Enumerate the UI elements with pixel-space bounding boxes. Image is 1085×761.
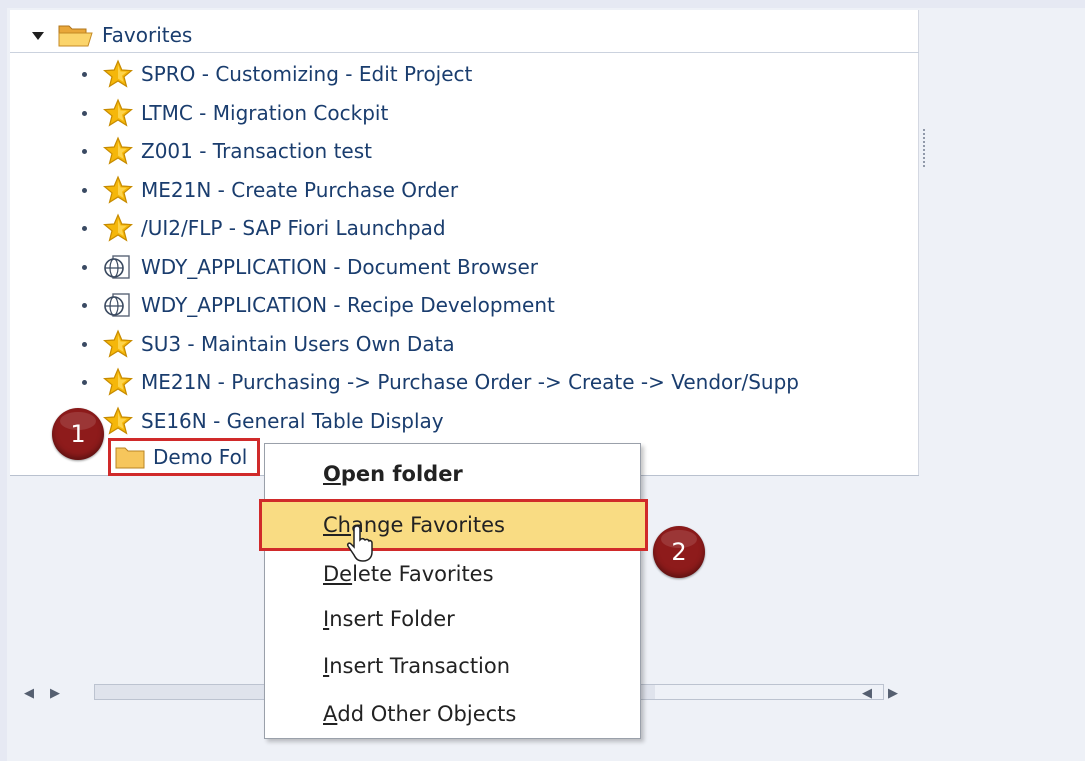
- tree-item[interactable]: SE16N - General Table Display: [82, 404, 444, 438]
- star-icon: [103, 136, 133, 165]
- step-1-badge: 1: [52, 408, 104, 460]
- demo-folder-label: Demo Fol: [153, 445, 248, 469]
- scroll-left-end-icon[interactable]: ◀: [858, 682, 876, 704]
- menu-item-delete-favorites[interactable]: De lete Favorites: [265, 550, 640, 598]
- tree-item-label: ME21N - Purchasing -> Purchase Order -> …: [141, 370, 799, 394]
- menu-item-insert-transaction[interactable]: Insert Transaction: [265, 642, 640, 690]
- tree-item[interactable]: WDY_APPLICATION - Recipe Development: [82, 288, 555, 322]
- web-application-icon: [104, 293, 130, 317]
- tree-item-label: SU3 - Maintain Users Own Data: [141, 332, 455, 356]
- tree-item-label: SE16N - General Table Display: [141, 409, 444, 433]
- menu-item-add-other-objects[interactable]: Add Other Objects: [265, 690, 640, 738]
- bullet-icon: [82, 302, 87, 308]
- tree-item-label: /UI2/FLP - SAP Fiori Launchpad: [141, 216, 446, 240]
- favorites-root-node[interactable]: Favorites: [30, 20, 192, 50]
- tree-item[interactable]: WDY_APPLICATION - Document Browser: [82, 250, 538, 284]
- tree-item-label: SPRO - Customizing - Edit Project: [141, 62, 473, 86]
- tree-item-label: Z001 - Transaction test: [141, 139, 372, 163]
- step-2-badge: 2: [653, 526, 705, 578]
- star-icon: [103, 367, 133, 396]
- star-icon: [103, 59, 133, 88]
- bullet-icon: [82, 264, 87, 270]
- star-icon: [103, 175, 133, 204]
- menu-item-change-favorites[interactable]: Ch ange Favorites: [259, 499, 648, 551]
- splitter-grip[interactable]: [922, 128, 926, 168]
- tree-item[interactable]: SU3 - Maintain Users Own Data: [82, 327, 455, 361]
- open-folder-icon: [58, 25, 93, 47]
- tree-item-label: WDY_APPLICATION - Recipe Development: [141, 293, 555, 317]
- tree-item[interactable]: SPRO - Customizing - Edit Project: [82, 57, 472, 91]
- star-icon: [103, 329, 133, 358]
- demo-folder-node[interactable]: Demo Fol: [108, 438, 260, 476]
- scroll-left-icon[interactable]: ◀: [20, 682, 38, 704]
- star-icon: [103, 406, 133, 435]
- bullet-icon: [82, 71, 87, 77]
- menu-item-open-folder[interactable]: Open folder: [265, 450, 640, 498]
- bullet-icon: [82, 187, 87, 193]
- star-icon: [103, 213, 133, 242]
- scroll-right-icon[interactable]: ▶: [46, 682, 64, 704]
- tree-border: [918, 10, 919, 475]
- context-menu: Open folder Ch ange Favorites De lete Favo…: [259, 443, 648, 739]
- tree-item[interactable]: LTMC - Migration Cockpit: [82, 96, 388, 130]
- tree-item[interactable]: /UI2/FLP - SAP Fiori Launchpad: [82, 211, 446, 245]
- expand-toggle-icon[interactable]: [30, 27, 46, 43]
- folder-icon: [115, 447, 145, 469]
- web-application-icon: [104, 255, 130, 279]
- tree-item[interactable]: Z001 - Transaction test: [82, 134, 372, 168]
- bullet-icon: [82, 341, 87, 347]
- scroll-right-end-icon[interactable]: ▶: [884, 682, 902, 704]
- favorites-root-label: Favorites: [102, 23, 193, 47]
- bullet-icon: [82, 379, 87, 385]
- bullet-icon: [82, 110, 87, 116]
- tree-item-label: WDY_APPLICATION - Document Browser: [141, 255, 539, 279]
- bullet-icon: [82, 148, 87, 154]
- tree-item[interactable]: ME21N - Purchasing -> Purchase Order -> …: [82, 365, 799, 399]
- menu-item-insert-folder[interactable]: Insert Folder: [265, 595, 640, 643]
- mouse-pointer-icon: [347, 525, 373, 562]
- tree-item-label: LTMC - Migration Cockpit: [141, 101, 389, 125]
- tree-item-label: ME21N - Create Purchase Order: [141, 178, 459, 202]
- star-icon: [103, 98, 133, 127]
- tree-header-divider: [10, 52, 919, 53]
- bullet-icon: [82, 225, 87, 231]
- tree-item[interactable]: ME21N - Create Purchase Order: [82, 173, 458, 207]
